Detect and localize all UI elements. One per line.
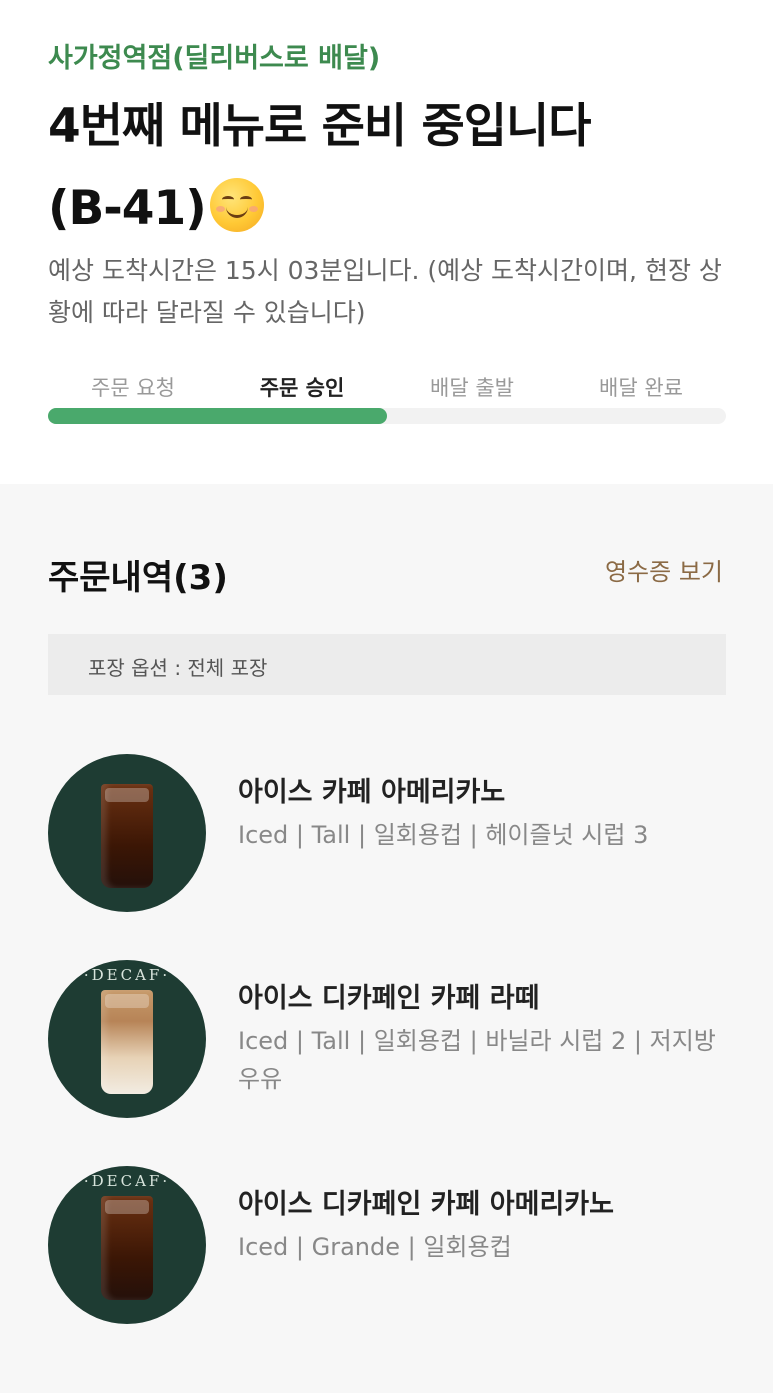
view-receipt-link[interactable]: 영수증 보기: [605, 552, 723, 587]
packing-option-text: 포장 옵션 : 전체 포장: [88, 656, 268, 680]
item-options: Iced | Grande | 일회용컵: [238, 1233, 512, 1261]
progress-steps: 주문 요청 주문 승인 배달 출발 배달 완료: [48, 372, 726, 402]
decaf-label: ·DECAF·: [83, 966, 171, 984]
iced-americano-cup-icon: [101, 784, 153, 888]
drink-image: [48, 754, 206, 912]
drink-image: ·DECAF·: [48, 1166, 206, 1324]
step-delivery-complete: 배달 완료: [599, 376, 683, 400]
order-item[interactable]: 아이스 카페 아메리카노 Iced | Tall | 일회용컵 | 헤이즐넛 시…: [48, 754, 728, 914]
drink-image: ·DECAF·: [48, 960, 206, 1118]
status-card: 사가정역점(딜리버스로 배달) 4번째 메뉴로 준비 중입니다 (B-41) 예…: [0, 0, 773, 484]
item-name: 아이스 디카페인 카페 라떼: [238, 983, 540, 1014]
step-order-approved: 주문 승인: [259, 376, 345, 400]
order-item[interactable]: ·DECAF· 아이스 디카페인 카페 아메리카노 Iced | Grande …: [48, 1166, 728, 1326]
iced-latte-cup-icon: [101, 990, 153, 1094]
smiling-face-icon: [209, 178, 264, 232]
progress-bar: [48, 408, 726, 424]
item-name: 아이스 카페 아메리카노: [238, 777, 506, 808]
page-title: 4번째 메뉴로 준비 중입니다 (B-41): [48, 86, 748, 250]
step-order-requested: 주문 요청: [91, 376, 175, 400]
headline-line1: 4번째 메뉴로 준비 중입니다: [48, 99, 591, 154]
order-history-title: 주문내역(3): [48, 558, 228, 598]
item-options: Iced | Tall | 일회용컵 | 바닐라 시럽 2 | 저지방 우유: [238, 1027, 716, 1093]
eta-text: 예상 도착시간은 15시 03분입니다. (예상 도착시간이며, 현장 상황에 …: [48, 256, 722, 327]
packing-option-box: 포장 옵션 : 전체 포장: [48, 634, 726, 695]
store-name: 사가정역점(딜리버스로 배달): [48, 43, 381, 74]
item-name: 아이스 디카페인 카페 아메리카노: [238, 1189, 614, 1220]
order-item[interactable]: ·DECAF· 아이스 디카페인 카페 라떼 Iced | Tall | 일회용…: [48, 960, 728, 1120]
item-options: Iced | Tall | 일회용컵 | 헤이즐넛 시럽 3: [238, 821, 649, 849]
step-delivery-started: 배달 출발: [430, 376, 514, 400]
progress-fill: [48, 408, 387, 424]
decaf-label: ·DECAF·: [83, 1172, 171, 1190]
iced-americano-cup-icon: [101, 1196, 153, 1300]
headline-order-number: (B-41): [48, 181, 207, 236]
